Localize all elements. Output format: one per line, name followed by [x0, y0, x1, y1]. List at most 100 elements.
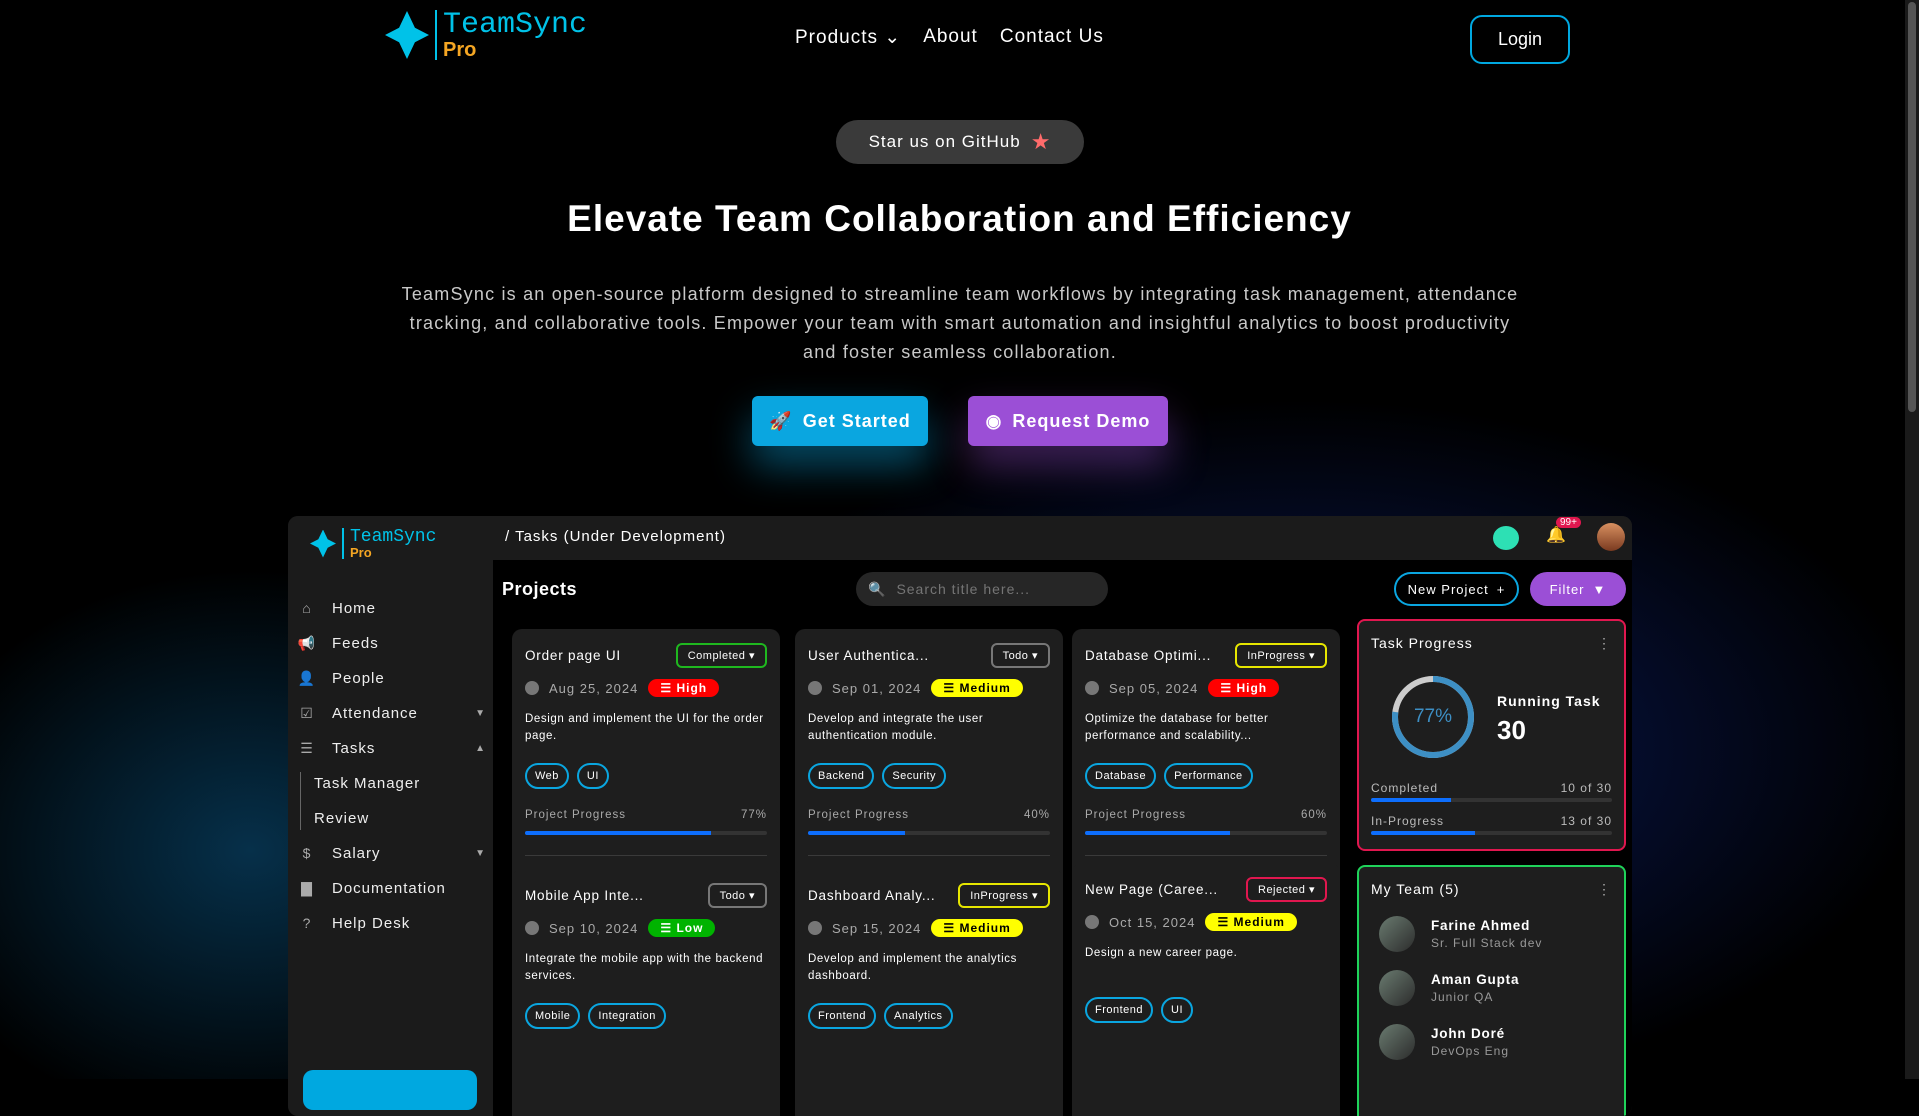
project-card[interactable]: New Page (Caree... Rejected ▾ Oct 15, 202…: [1072, 863, 1340, 1116]
divider: [808, 855, 1050, 856]
sidebar-item-salary[interactable]: $ Salary ▼: [296, 838, 486, 868]
sidebar-item-home[interactable]: ⌂ Home: [296, 593, 486, 623]
login-button[interactable]: Login: [1470, 15, 1570, 64]
tag: UI: [576, 763, 609, 789]
card-title: New Page (Caree...: [1085, 881, 1218, 897]
sidebar-item-attendance[interactable]: ☑ Attendance ▼: [296, 698, 486, 728]
status-dropdown[interactable]: Todo ▾: [990, 642, 1050, 668]
sidebar-bottom-button[interactable]: [303, 1070, 477, 1110]
card-description: Design a new career page.: [1085, 947, 1238, 959]
breadcrumb: / Tasks (Under Development): [505, 528, 726, 545]
scrollbar-thumb[interactable]: [1908, 2, 1916, 412]
nav-about[interactable]: About: [923, 26, 978, 49]
chatbot-icon[interactable]: [1493, 526, 1519, 550]
due-date: Aug 25, 2024: [549, 680, 639, 696]
clock-icon: [808, 681, 822, 695]
new-project-label: New Project: [1407, 581, 1489, 597]
request-demo-button[interactable]: ◉ Request Demo: [968, 396, 1168, 446]
task-progress-widget: Task Progress ⋮ 77% Running Task 30 Compl…: [1357, 619, 1626, 851]
sidebar-item-help-desk[interactable]: ? Help Desk: [296, 908, 486, 938]
team-member[interactable]: Farine Ahmed Sr. Full Stack dev: [1371, 916, 1612, 952]
progress-value: 40%: [1023, 809, 1050, 821]
tag: Frontend: [808, 1003, 877, 1029]
get-started-button[interactable]: 🚀 Get Started: [752, 396, 928, 446]
member-role: Sr. Full Stack dev: [1431, 936, 1543, 950]
star-icon: ★: [1030, 129, 1052, 154]
main-nav: Products ⌄ About Contact Us: [795, 26, 1104, 49]
logo-pro: Pro: [443, 39, 477, 61]
running-task-count: 30: [1497, 715, 1526, 745]
status-label: Todo: [719, 889, 746, 902]
card-title: Mobile App Inte...: [525, 887, 644, 903]
github-star-button[interactable]: Star us on GitHub ★: [836, 120, 1084, 164]
brand-logo[interactable]: TeamSync Pro: [385, 10, 587, 60]
progress-bar-fill: [1085, 831, 1231, 835]
project-card[interactable]: User Authentica... Todo ▾ Sep 01, 2024 ☰ M…: [795, 629, 1063, 908]
search-icon: 🔍: [868, 580, 887, 597]
book-icon: ▇: [301, 879, 313, 896]
team-member[interactable]: Aman Gupta Junior QA: [1371, 970, 1612, 1006]
sidebar: TeamSync Pro ⌂ Home 📢 Feeds 👤 People ☑ Attend…: [288, 516, 493, 1116]
card-description: Integrate the mobile app with the backen…: [525, 953, 764, 982]
status-label: Rejected: [1258, 883, 1306, 896]
due-date: Oct 15, 2024: [1109, 914, 1196, 930]
priority-label: Medium: [959, 681, 1011, 695]
get-started-label: Get Started: [802, 410, 911, 431]
due-date: Sep 05, 2024: [1109, 680, 1199, 696]
sidebar-label: Help Desk: [332, 914, 411, 932]
nav-contact[interactable]: Contact Us: [1000, 26, 1104, 49]
stat-value: 13 of 30: [1560, 814, 1612, 828]
priority-label: Low: [676, 921, 704, 935]
status-dropdown[interactable]: InProgress ▾: [1235, 642, 1327, 668]
tag: Mobile: [525, 1003, 581, 1029]
priority-label: Medium: [959, 921, 1011, 935]
status-dropdown[interactable]: InProgress ▾: [958, 882, 1050, 908]
member-avatar: [1379, 1024, 1415, 1060]
dashboard-preview: TeamSync Pro ⌂ Home 📢 Feeds 👤 People ☑ Attend…: [288, 516, 1632, 1116]
more-vertical-icon[interactable]: ⋮: [1597, 881, 1612, 898]
filter-label: Filter: [1549, 581, 1585, 597]
sidebar-item-feeds[interactable]: 📢 Feeds: [296, 628, 486, 658]
sidebar-logo[interactable]: TeamSync Pro: [310, 528, 436, 559]
caret-up-icon: ▲: [475, 742, 486, 754]
user-avatar[interactable]: [1597, 523, 1625, 551]
progress-label: Project Progress: [808, 809, 910, 821]
user-icon: 👤: [297, 669, 317, 686]
due-date: Sep 10, 2024: [549, 920, 639, 936]
stat-value: 10 of 30: [1560, 781, 1612, 795]
tag: Security: [882, 763, 947, 789]
member-name: Farine Ahmed: [1431, 918, 1531, 933]
status-dropdown[interactable]: Todo ▾: [707, 882, 767, 908]
status-dropdown[interactable]: Completed ▾: [675, 642, 767, 668]
member-avatar: [1379, 916, 1415, 952]
nav-products[interactable]: Products ⌄: [795, 26, 901, 49]
sidebar-item-task-manager[interactable]: Task Manager: [314, 775, 420, 792]
tag: Backend: [808, 763, 875, 789]
new-project-button[interactable]: New Project +: [1394, 572, 1519, 606]
funnel-icon: ▼: [1592, 581, 1607, 597]
tag: Database: [1085, 763, 1157, 789]
status-label: InProgress: [970, 889, 1029, 902]
priority-badge: ☰ Medium: [931, 919, 1023, 937]
plus-icon: +: [1496, 581, 1506, 597]
chevron-down-icon: ⌄: [884, 27, 902, 48]
search-input[interactable]: [896, 581, 1087, 597]
team-member[interactable]: John Doré DevOps Eng: [1371, 1024, 1612, 1060]
clock-icon: [525, 921, 539, 935]
widget-title: Task Progress: [1371, 635, 1473, 651]
sidebar-item-documentation[interactable]: ▇ Documentation: [296, 873, 486, 903]
sidebar-item-people[interactable]: 👤 People: [296, 663, 486, 693]
sidebar-item-review[interactable]: Review: [314, 810, 369, 827]
sidebar-item-tasks[interactable]: ☰ Tasks ▲: [296, 733, 486, 763]
search-box[interactable]: 🔍: [856, 572, 1108, 606]
bell-icon[interactable]: 🔔: [1546, 525, 1566, 545]
sidebar-label: Salary: [332, 844, 381, 862]
member-role: Junior QA: [1431, 990, 1494, 1004]
sidebar-label: Feeds: [332, 634, 379, 652]
status-label: InProgress: [1247, 649, 1306, 662]
project-card[interactable]: Order page UI Completed ▾ Aug 25, 2024 ☰ H…: [512, 629, 780, 908]
status-dropdown[interactable]: Rejected ▾: [1246, 876, 1327, 902]
more-vertical-icon[interactable]: ⋮: [1597, 635, 1612, 652]
page-scrollbar[interactable]: [1905, 0, 1919, 1079]
filter-button[interactable]: Filter ▼: [1530, 572, 1626, 606]
